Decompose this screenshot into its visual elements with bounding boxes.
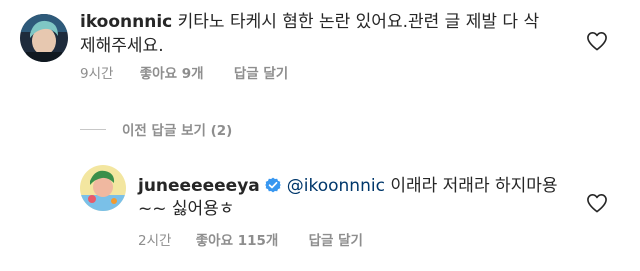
reply-mention[interactable]: @ikoonnnic xyxy=(287,176,385,196)
reply-meta: 2시간 좋아요 115개 답글 달기 xyxy=(138,232,363,250)
view-previous-replies[interactable]: 이전 답글 보기 (2) xyxy=(80,120,233,139)
comment-reply-button[interactable]: 답글 달기 xyxy=(234,66,288,82)
comment-text: ikoonnnic 키타노 타케시 혐한 논란 있어요.관련 글 제발 다 삭 xyxy=(80,12,539,32)
comment-likes[interactable]: 좋아요 9개 xyxy=(140,66,204,82)
reply-reply-button[interactable]: 답글 달기 xyxy=(309,233,363,249)
reply-likes[interactable]: 좋아요 115개 xyxy=(196,233,279,249)
reply-text-line2: ~~ 싫어용ㅎ xyxy=(138,199,235,219)
comment-text-line2: 제해주세요. xyxy=(80,36,164,56)
comment-time[interactable]: 9시간 xyxy=(80,66,113,82)
heart-icon[interactable] xyxy=(586,31,608,51)
reply-text: juneeeeeeya @ikoonnnic 이래라 저래라 하지마용 xyxy=(138,176,558,198)
verified-badge-icon xyxy=(264,177,281,198)
comment-username[interactable]: ikoonnnic xyxy=(80,12,172,32)
divider xyxy=(80,128,106,130)
reply-text-line1: 이래라 저래라 하지마용 xyxy=(390,176,558,196)
reply-time[interactable]: 2시간 xyxy=(138,233,171,249)
heart-icon[interactable] xyxy=(586,193,608,213)
view-replies-label: 이전 답글 보기 (2) xyxy=(122,123,233,139)
comment-meta: 9시간 좋아요 9개 답글 달기 xyxy=(80,65,288,83)
reply-username[interactable]: juneeeeeeya xyxy=(138,176,260,196)
avatar[interactable] xyxy=(20,14,68,62)
comment-text-line1: 키타노 타케시 혐한 논란 있어요.관련 글 제발 다 삭 xyxy=(177,12,540,32)
avatar[interactable] xyxy=(80,165,126,211)
